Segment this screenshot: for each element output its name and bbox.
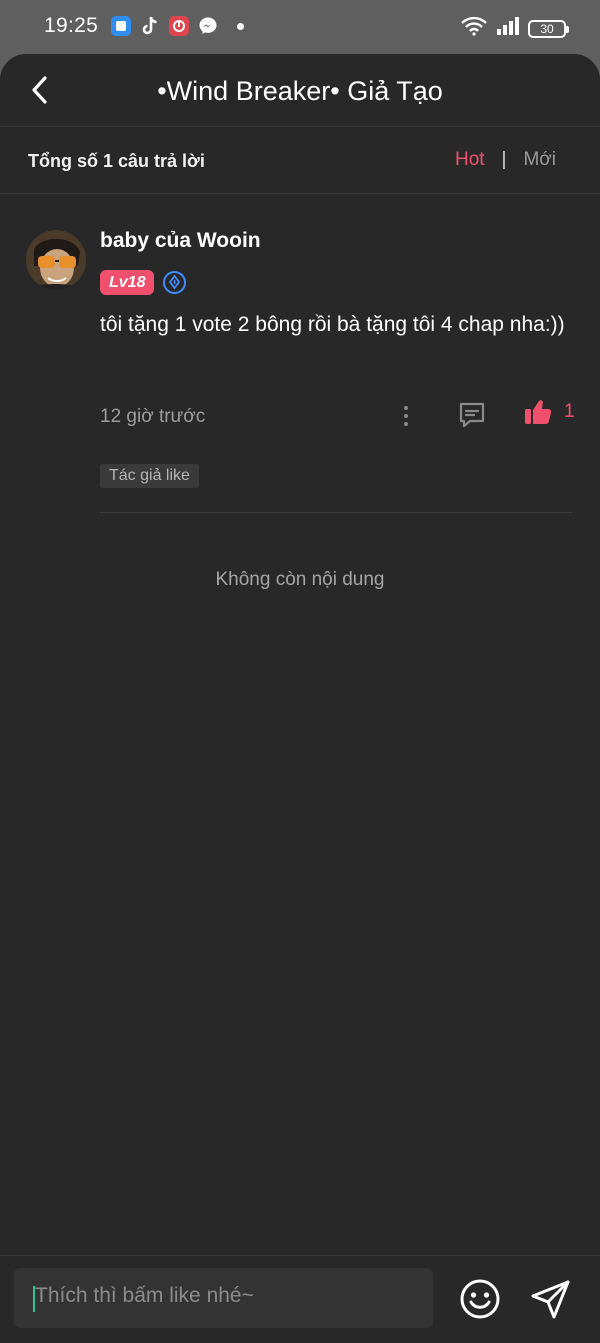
sort-new-tab[interactable]: Mới (523, 149, 556, 171)
header-bar: •Wind Breaker• Giả Tạo (0, 54, 600, 127)
sort-toggle: Hot | Mới (455, 149, 556, 171)
status-time: 19:25 (44, 14, 99, 37)
reply-count: Tổng số 1 câu trả lời (28, 151, 205, 171)
notification-icons (111, 16, 244, 36)
system-indicators: 30 (460, 16, 569, 41)
signal-icon (496, 16, 520, 41)
comment-input-placeholder: Thích thì bấm like nhé~ (35, 1284, 254, 1307)
blue-square-app-icon (111, 16, 131, 36)
like-count: 1 (564, 401, 575, 422)
phone-screen: 19:25 30 •Wind Breaker• Giả Tạo Tổng số … (0, 0, 600, 1343)
no-more-content: Không còn nội dung (215, 569, 385, 590)
username[interactable]: baby của Wooin (100, 229, 261, 253)
summary-bar: Tổng số 1 câu trả lời Hot | Mới (0, 127, 600, 194)
sort-separator: | (501, 149, 507, 170)
composer-bar: Thích thì bấm like nhé~ (0, 1255, 600, 1343)
red-app-icon (169, 16, 189, 36)
page-title: •Wind Breaker• Giả Tạo (157, 76, 443, 106)
level-badge: Lv18 (100, 270, 155, 295)
comment-input[interactable]: Thích thì bấm like nhé~ (14, 1268, 433, 1328)
sort-hot-tab[interactable]: Hot (455, 149, 485, 171)
smiley-icon (460, 1279, 500, 1319)
messenger-icon (198, 16, 218, 36)
user-badges: Lv18 (100, 270, 187, 295)
diamond-badge-icon (163, 271, 187, 294)
tiktok-icon (140, 16, 160, 36)
more-notifications-dot-icon (237, 22, 244, 30)
comment-text: tôi tặng 1 vote 2 bông rồi bà tặng tôi 4… (100, 313, 565, 336)
wifi-icon (460, 16, 488, 41)
thumbs-up-icon (525, 400, 552, 424)
like-button[interactable]: 1 (524, 399, 575, 425)
author-liked-tag: Tác giả like (100, 464, 199, 488)
comment-panel: •Wind Breaker• Giả Tạo Tổng số 1 câu trả… (0, 54, 600, 1343)
emoji-button[interactable] (459, 1278, 501, 1325)
comment-timestamp: 12 giờ trước (100, 406, 206, 427)
send-icon (531, 1280, 570, 1319)
battery-indicator: 30 (528, 19, 569, 38)
reply-comment-icon[interactable] (458, 401, 486, 434)
more-options-icon[interactable] (396, 399, 416, 433)
avatar[interactable] (26, 230, 86, 290)
status-bar: 19:25 30 (0, 0, 600, 54)
send-button[interactable] (530, 1278, 572, 1325)
divider (100, 512, 572, 513)
